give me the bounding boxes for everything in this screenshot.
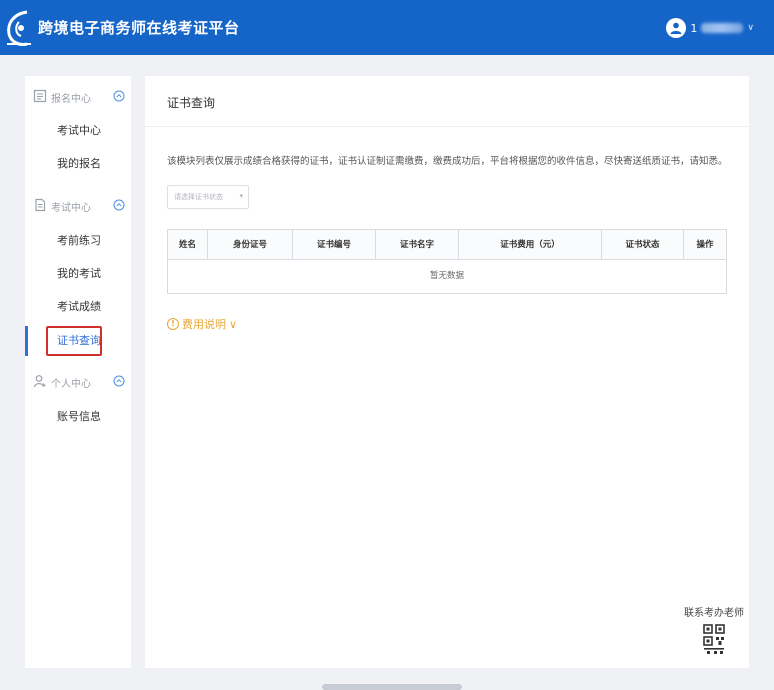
user-name-prefix[interactable]: 1 <box>690 22 697 35</box>
sidebar-item-exam-results[interactable]: 考试成绩 <box>25 295 131 319</box>
sidebar-group-label: 个人中心 <box>51 379 91 390</box>
logo-icon <box>7 10 31 46</box>
sidebar: 报名中心 考试中心 我的报名 考试中心 考前练习 我的考试 考试成绩 证书查询 … <box>25 76 131 668</box>
sidebar-group-label: 报名中心 <box>51 94 91 105</box>
sidebar-item-my-registration[interactable]: 我的报名 <box>25 152 131 176</box>
column-header: 证书编号 <box>293 230 376 260</box>
table-header: 姓名 身份证号 证书编号 证书名字 证书费用（元） 证书状态 操作 <box>168 230 726 260</box>
sidebar-group-label: 考试中心 <box>51 203 91 214</box>
empty-state-text: 暂无数据 <box>429 271 464 281</box>
sidebar-item-practice[interactable]: 考前练习 <box>25 229 131 253</box>
column-header: 证书名字 <box>376 230 459 260</box>
form-icon <box>33 89 47 103</box>
sidebar-group-exam[interactable]: 考试中心 <box>25 195 131 217</box>
column-header: 证书费用（元） <box>459 230 602 260</box>
page-title: 证书查询 <box>167 96 216 110</box>
sidebar-group-personal[interactable]: 个人中心 <box>25 371 131 393</box>
sidebar-group-registration[interactable]: 报名中心 <box>25 86 131 108</box>
document-icon <box>35 198 46 212</box>
title-divider <box>145 126 749 127</box>
column-header: 操作 <box>696 240 714 250</box>
column-header: 证书状态 <box>602 230 684 260</box>
person-icon <box>33 375 46 388</box>
contact-teacher-label[interactable]: 联系考办老师 <box>683 604 745 619</box>
sidebar-item-exam-center[interactable]: 考试中心 <box>25 119 131 143</box>
chevron-up-icon[interactable] <box>113 90 125 102</box>
user-avatar-icon[interactable] <box>666 18 687 38</box>
site-title: 跨境电子商务师在线考证平台 <box>38 19 240 37</box>
fee-info-label[interactable]: 费用说明 <box>182 316 226 332</box>
sidebar-item-my-exams[interactable]: 我的考试 <box>25 262 131 286</box>
fee-info-toggle[interactable]: ! 费用说明 ∨ <box>167 316 237 332</box>
info-icon: ! <box>167 318 179 330</box>
top-header: 跨境电子商务师在线考证平台 1 ∨ <box>0 0 774 55</box>
qr-code-icon[interactable] <box>703 624 725 656</box>
chevron-up-icon[interactable] <box>113 375 125 387</box>
user-name-blurred <box>701 23 744 33</box>
sidebar-item-account-info[interactable]: 账号信息 <box>25 405 131 429</box>
column-header: 身份证号 <box>208 230 293 260</box>
chevron-down-icon[interactable]: ∨ <box>747 23 754 33</box>
column-header: 姓名 <box>168 230 208 260</box>
certificate-table: 姓名 身份证号 证书编号 证书名字 证书费用（元） 证书状态 操作 暂无数据 <box>167 229 727 294</box>
chevron-down-icon: ▾ <box>239 192 243 200</box>
select-placeholder: 请选择证书状态 <box>174 193 223 201</box>
bottom-scroll-indicator <box>322 684 462 690</box>
certificate-status-select[interactable]: 请选择证书状态 ▾ <box>167 185 249 209</box>
main-panel: 证书查询 该模块列表仅展示成绩合格获得的证书，证书认证制证需缴费，缴费成功后，平… <box>145 76 749 668</box>
chevron-down-icon[interactable]: ∨ <box>229 318 237 331</box>
highlight-annotation-box <box>46 326 102 356</box>
chevron-up-icon[interactable] <box>113 199 125 211</box>
notice-text: 该模块列表仅展示成绩合格获得的证书，证书认证制证需缴费，缴费成功后，平台将根据您… <box>167 156 728 167</box>
user-menu[interactable]: 1 ∨ <box>666 15 754 41</box>
